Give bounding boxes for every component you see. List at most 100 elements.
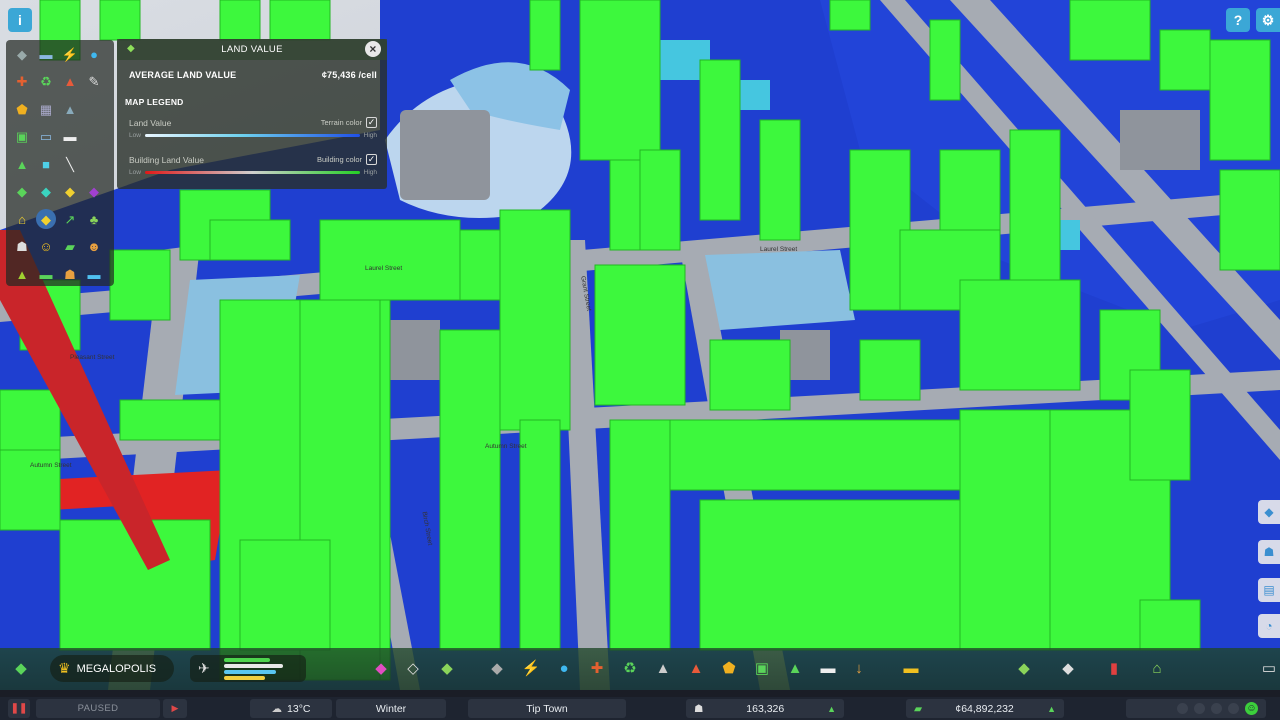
bulldozer-button[interactable]: ▬: [900, 657, 922, 679]
help-button[interactable]: ?: [1226, 8, 1250, 32]
happiness-icon[interactable]: ☺: [36, 237, 56, 257]
street-label: Laurel Street: [365, 265, 403, 272]
road-icon[interactable]: ◆: [12, 44, 32, 64]
infoview-panel: ◆ ▬ ⚡ ● ✚ ♻ ▲ ✎ ⬟ ▦ ▲ ▣ ▭ ▬ ▲ ■ ╲ ◆ ◆ ◆ …: [6, 40, 114, 286]
indicator-dot: [1177, 703, 1188, 714]
parks-button[interactable]: ▲: [784, 657, 806, 679]
police-badge-icon[interactable]: ⬟: [12, 99, 32, 119]
side-button-route[interactable]: ◆: [1258, 500, 1280, 524]
population-display[interactable]: ☗ 163,326 ▲: [686, 699, 844, 718]
government-icon[interactable]: ▦: [36, 99, 56, 119]
money: ¢64,892,232: [955, 702, 1014, 715]
paused-indicator: PAUSED: [36, 699, 160, 718]
electricity-icon: ⚡: [521, 659, 541, 677]
money-icon[interactable]: ▰: [60, 237, 80, 257]
checkbox[interactable]: ✓: [366, 117, 377, 128]
wrench-icon[interactable]: ✎: [84, 72, 104, 92]
legend-building-land-value: Building Land Value Building color ✓ Low…: [129, 154, 377, 176]
road-tool-icon: ◆: [491, 659, 503, 677]
city-name-display[interactable]: Tip Town: [468, 699, 626, 718]
area-tool-button[interactable]: ◆: [370, 657, 392, 679]
terrain-icon: ◆: [441, 659, 453, 677]
street-label: Autumn Street: [30, 462, 72, 469]
tree-icon[interactable]: ▲: [12, 154, 32, 174]
chat-icon[interactable]: ▬: [60, 127, 80, 147]
blank-slot: [84, 154, 104, 174]
info-button[interactable]: i: [8, 8, 32, 32]
recycle-icon[interactable]: ♻: [36, 72, 56, 92]
transportation-button[interactable]: ▣: [751, 657, 773, 679]
electricity-button[interactable]: ⚡: [520, 657, 542, 679]
milestone-badge[interactable]: ♛ MEGALOPOLIS: [50, 655, 174, 682]
checkbox[interactable]: ✓: [366, 154, 377, 165]
land-value-selected-icon[interactable]: ◆: [36, 209, 56, 229]
communication-button[interactable]: ▬: [817, 657, 839, 679]
land-value-icon[interactable]: ◆: [36, 182, 56, 202]
pause-button[interactable]: ❚❚: [8, 699, 30, 718]
landscaping-tool-button-2[interactable]: ↓: [848, 657, 870, 679]
leaf-icon[interactable]: ▲: [12, 264, 32, 284]
family-icon[interactable]: ☗: [60, 264, 80, 284]
zone-icon[interactable]: ■: [36, 154, 56, 174]
car-icon[interactable]: ▬: [36, 264, 56, 284]
close-button[interactable]: ×: [365, 41, 381, 57]
info-icon: i: [18, 12, 22, 28]
pipe-icon[interactable]: ╲: [60, 154, 80, 174]
education-button[interactable]: ▲: [652, 657, 674, 679]
progression-button[interactable]: ⌂: [1146, 657, 1168, 679]
beach-icon[interactable]: ▬: [84, 264, 104, 284]
city-progress-box[interactable]: ✈: [190, 655, 306, 682]
toggle-label: Building color: [316, 155, 362, 164]
milestone-label: MEGALOPOLIS: [76, 662, 157, 675]
money-display[interactable]: ▰ ¢64,892,232 ▲: [906, 699, 1064, 718]
residential-icon[interactable]: ⌂: [12, 209, 32, 229]
worker-icon[interactable]: ☻: [84, 237, 104, 257]
status-bar: [0, 697, 1280, 720]
water-drop-icon[interactable]: ●: [84, 44, 104, 64]
low-label: Low: [129, 132, 141, 139]
side-button-chart[interactable]: ◔: [1258, 614, 1280, 638]
building-color-toggle[interactable]: Building color ✓: [317, 154, 377, 165]
money-icon: ▰: [914, 702, 923, 715]
camera-button[interactable]: ▭: [1258, 657, 1280, 679]
healthcare-button[interactable]: ✚: [586, 657, 608, 679]
terrain-gradient-bar: [144, 134, 360, 137]
fire-truck-icon[interactable]: ▲: [60, 72, 80, 92]
education-icon[interactable]: ▲: [60, 99, 80, 119]
communication-icon: ▬: [820, 659, 836, 677]
terrain-tool-button[interactable]: ◆: [436, 657, 458, 679]
terrain-color-toggle[interactable]: Terrain color ✓: [321, 117, 377, 128]
map-button[interactable]: ◆: [1057, 657, 1079, 679]
garbage-button[interactable]: ♻: [619, 657, 641, 679]
fire-icon[interactable]: ✚: [12, 72, 32, 92]
landscaping-tool-button[interactable]: ◇: [402, 657, 424, 679]
lightning-icon[interactable]: ⚡: [60, 44, 80, 64]
statistics-button[interactable]: ▮: [1103, 657, 1125, 679]
tram-icon[interactable]: ▭: [36, 127, 56, 147]
zoning-icon[interactable]: ◆: [12, 182, 32, 202]
trend-icon[interactable]: ↗: [60, 209, 80, 229]
play-button[interactable]: ▶: [163, 699, 187, 718]
crop-icon[interactable]: ◆: [84, 182, 104, 202]
blank-slot: [84, 99, 104, 119]
side-button-notes[interactable]: ▤: [1258, 578, 1280, 602]
street-label: Laurel Street: [760, 246, 798, 253]
zoning-tool-button[interactable]: ◆: [10, 657, 32, 679]
police-button[interactable]: ⬟: [718, 657, 740, 679]
park-icon[interactable]: ▣: [12, 127, 32, 147]
economy-button[interactable]: ◆: [1013, 657, 1035, 679]
happiness-display[interactable]: ☺: [1126, 699, 1266, 718]
bus-icon[interactable]: ▬: [36, 44, 56, 64]
water-button[interactable]: ●: [553, 657, 575, 679]
road-tool-button[interactable]: ◆: [486, 657, 508, 679]
fire-rescue-button[interactable]: ▲: [685, 657, 707, 679]
settings-button[interactable]: ⚙: [1256, 8, 1280, 32]
route-icon: ◆: [1264, 505, 1274, 519]
indicator-dot: [1228, 703, 1239, 714]
plant-icon[interactable]: ♣: [84, 209, 104, 229]
people-icon[interactable]: ☗: [12, 237, 32, 257]
close-icon: ×: [369, 42, 377, 56]
progress-bar: [224, 676, 265, 680]
side-button-citizens[interactable]: ☗: [1258, 540, 1280, 564]
economy-icon[interactable]: ◆: [60, 182, 80, 202]
